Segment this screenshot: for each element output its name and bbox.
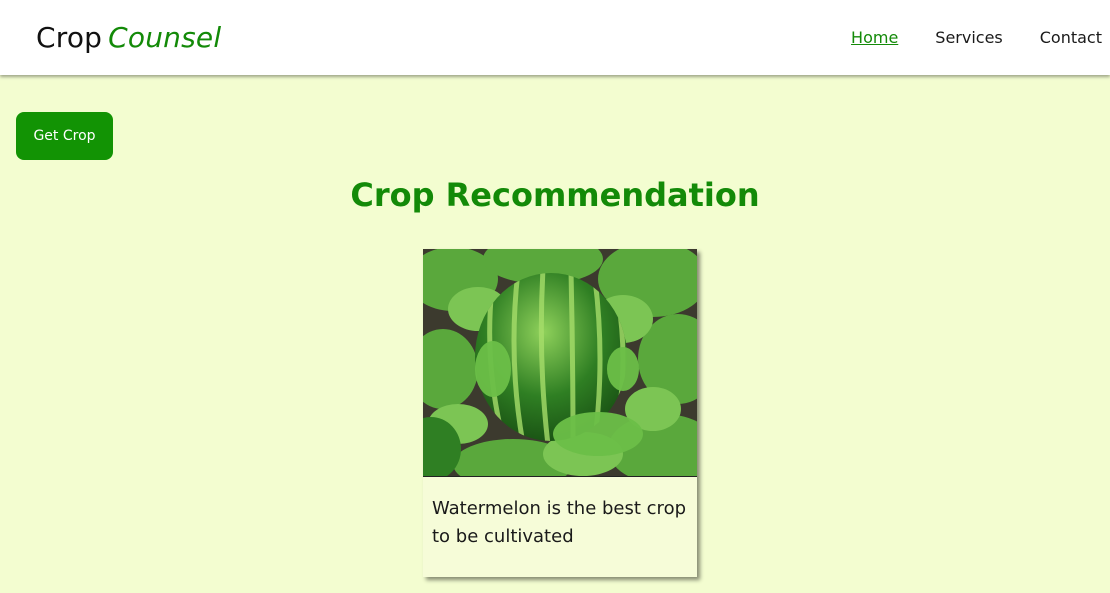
watermelon-image [423, 249, 697, 477]
nav-link-services[interactable]: Services [935, 28, 1002, 47]
recommendation-card: Watermelon is the best crop to be cultiv… [423, 249, 697, 577]
brand-logo[interactable]: Crop Counsel [36, 21, 221, 54]
get-crop-button[interactable]: Get Crop [16, 112, 113, 160]
recommendation-text: Watermelon is the best crop to be cultiv… [432, 498, 687, 547]
top-navbar: Crop Counsel Home Services Contact [0, 0, 1110, 75]
nav-links: Home Services Contact [814, 28, 1102, 47]
brand-primary-text: Crop [36, 21, 103, 54]
nav-link-contact[interactable]: Contact [1040, 28, 1102, 47]
nav-link-home[interactable]: Home [851, 28, 898, 47]
brand-accent-text: Counsel [108, 21, 222, 54]
page-title: Crop Recommendation [350, 176, 760, 214]
